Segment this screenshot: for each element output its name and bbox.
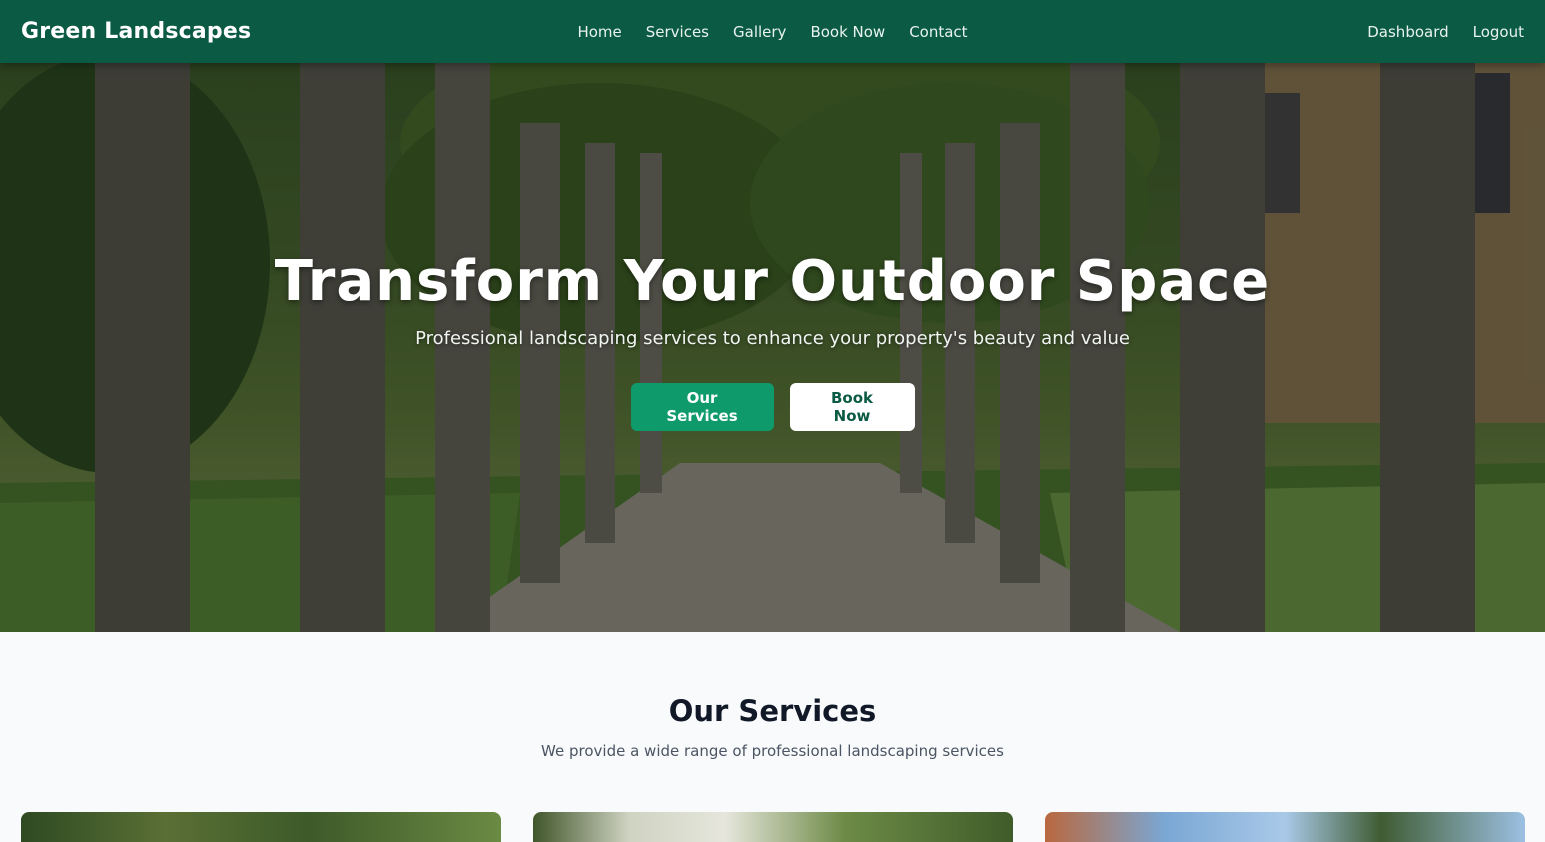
- nav-link-logout[interactable]: Logout: [1473, 23, 1524, 41]
- user-nav: Dashboard Logout: [1367, 0, 1524, 63]
- service-card-image[interactable]: [533, 812, 1013, 842]
- service-card-image[interactable]: [1045, 812, 1525, 842]
- services-title: Our Services: [668, 694, 877, 728]
- nav-link-dashboard[interactable]: Dashboard: [1367, 23, 1448, 41]
- nav-link-book-now[interactable]: Book Now: [810, 23, 885, 41]
- our-services-button[interactable]: Our Services: [630, 383, 774, 431]
- hero-subtitle: Professional landscaping services to enh…: [415, 328, 1130, 349]
- hero-title: Transform Your Outdoor Space: [274, 249, 1271, 314]
- services-section: Our Services We provide a wide range of …: [0, 632, 1545, 842]
- brand-logo-text[interactable]: Green Landscapes: [21, 0, 251, 63]
- services-subtitle: We provide a wide range of professional …: [541, 742, 1004, 760]
- nav-link-services[interactable]: Services: [646, 23, 709, 41]
- nav-link-home[interactable]: Home: [577, 23, 621, 41]
- hero-content: Transform Your Outdoor Space Professiona…: [0, 63, 1545, 632]
- nav-link-contact[interactable]: Contact: [909, 23, 967, 41]
- service-card-image[interactable]: [21, 812, 501, 842]
- top-navbar: Green Landscapes Home Services Gallery B…: [0, 0, 1545, 63]
- nav-link-gallery[interactable]: Gallery: [733, 23, 786, 41]
- book-now-button[interactable]: Book Now: [789, 383, 915, 431]
- hero-section: Transform Your Outdoor Space Professiona…: [0, 63, 1545, 632]
- hero-button-group: Our Services Book Now: [630, 383, 915, 431]
